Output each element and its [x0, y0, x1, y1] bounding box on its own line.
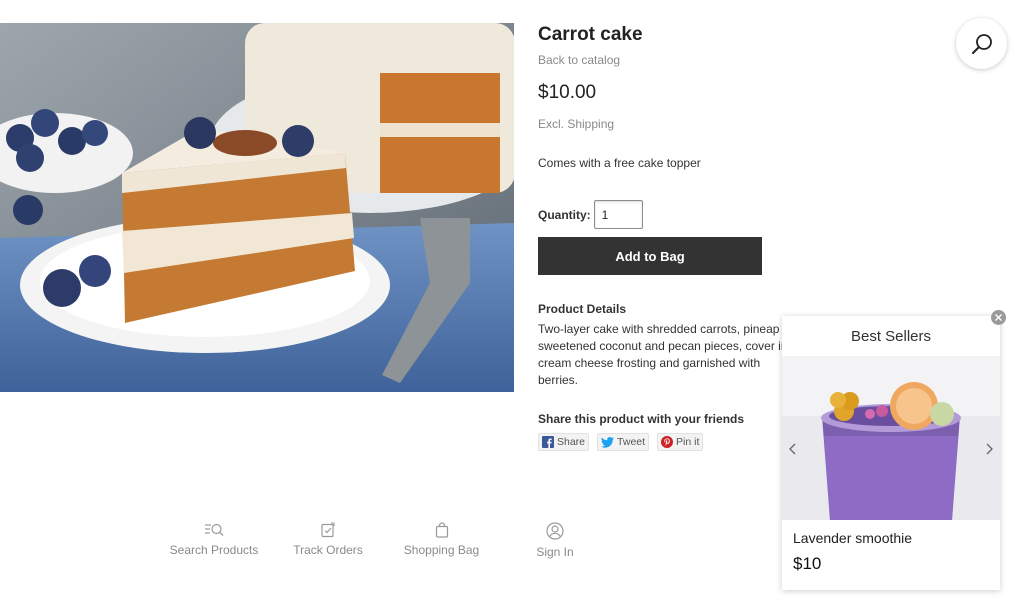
pinterest-icon	[661, 436, 674, 448]
product-price: $10.00	[538, 82, 597, 103]
pinterest-pin-label: Pin it	[676, 436, 700, 448]
product-image	[0, 23, 514, 392]
product-details-heading: Product Details	[538, 302, 627, 316]
quantity-input[interactable]	[593, 200, 643, 229]
facebook-icon	[542, 436, 554, 448]
nav-shopping-bag[interactable]: Shopping Bag	[388, 522, 495, 559]
carousel-next-button[interactable]	[986, 442, 994, 460]
facebook-share-label: Share	[557, 436, 586, 448]
popup-title: Best Sellers	[850, 327, 932, 345]
twitter-tweet-button[interactable]: Tweet	[597, 433, 650, 451]
search-icon	[971, 33, 992, 54]
nav-search-products[interactable]: Search Products	[160, 522, 268, 559]
nav-signin-label: Sign In	[536, 545, 574, 559]
promo-text: Comes with a free cake topper	[538, 156, 701, 170]
share-buttons: Share Tweet Pin it	[538, 433, 704, 451]
shopping-bag-icon	[435, 522, 448, 538]
popup-product-image[interactable]	[782, 356, 1000, 520]
shipping-note: Excl. Shipping	[538, 117, 615, 131]
close-icon	[995, 314, 1002, 321]
product-title: Carrot cake	[538, 24, 643, 45]
quantity-label: Quantity:	[538, 207, 591, 222]
back-to-catalog-link[interactable]: Back to catalog	[538, 53, 788, 67]
nav-search-label: Search Products	[169, 543, 259, 557]
quantity-row: Quantity:	[538, 200, 643, 229]
user-icon	[546, 522, 564, 540]
search-list-icon	[205, 523, 224, 536]
popup-item-name[interactable]: Lavender smoothie	[793, 530, 1000, 546]
add-to-bag-button[interactable]: Add to Bag	[538, 237, 762, 275]
bottom-navigation: Search Products Track Orders Shopping Ba…	[160, 522, 615, 559]
nav-bag-label: Shopping Bag	[403, 543, 480, 557]
pinterest-pin-button[interactable]: Pin it	[657, 433, 704, 451]
search-button[interactable]	[956, 18, 1007, 69]
nav-track-orders[interactable]: Track Orders	[268, 522, 388, 559]
twitter-tweet-label: Tweet	[617, 436, 646, 448]
popup-item-price: $10	[793, 554, 822, 573]
popup-close-button[interactable]	[991, 310, 1006, 325]
chevron-right-icon	[986, 443, 993, 455]
product-details-text: Two-layer cake with shredded carrots, pi…	[538, 322, 788, 387]
chevron-left-icon	[789, 443, 796, 455]
share-heading: Share this product with your friends	[538, 412, 745, 426]
nav-track-label: Track Orders	[293, 543, 363, 557]
checklist-icon	[321, 522, 335, 538]
facebook-share-button[interactable]: Share	[538, 433, 590, 451]
best-sellers-popup: Best Sellers Lavender smoothie $10	[782, 310, 1006, 590]
carousel-prev-button[interactable]	[788, 442, 796, 460]
twitter-icon	[601, 436, 615, 448]
product-details: Carrot cake Back to catalog $10.00 Excl.…	[538, 23, 788, 451]
nav-sign-in[interactable]: Sign In	[495, 522, 615, 559]
